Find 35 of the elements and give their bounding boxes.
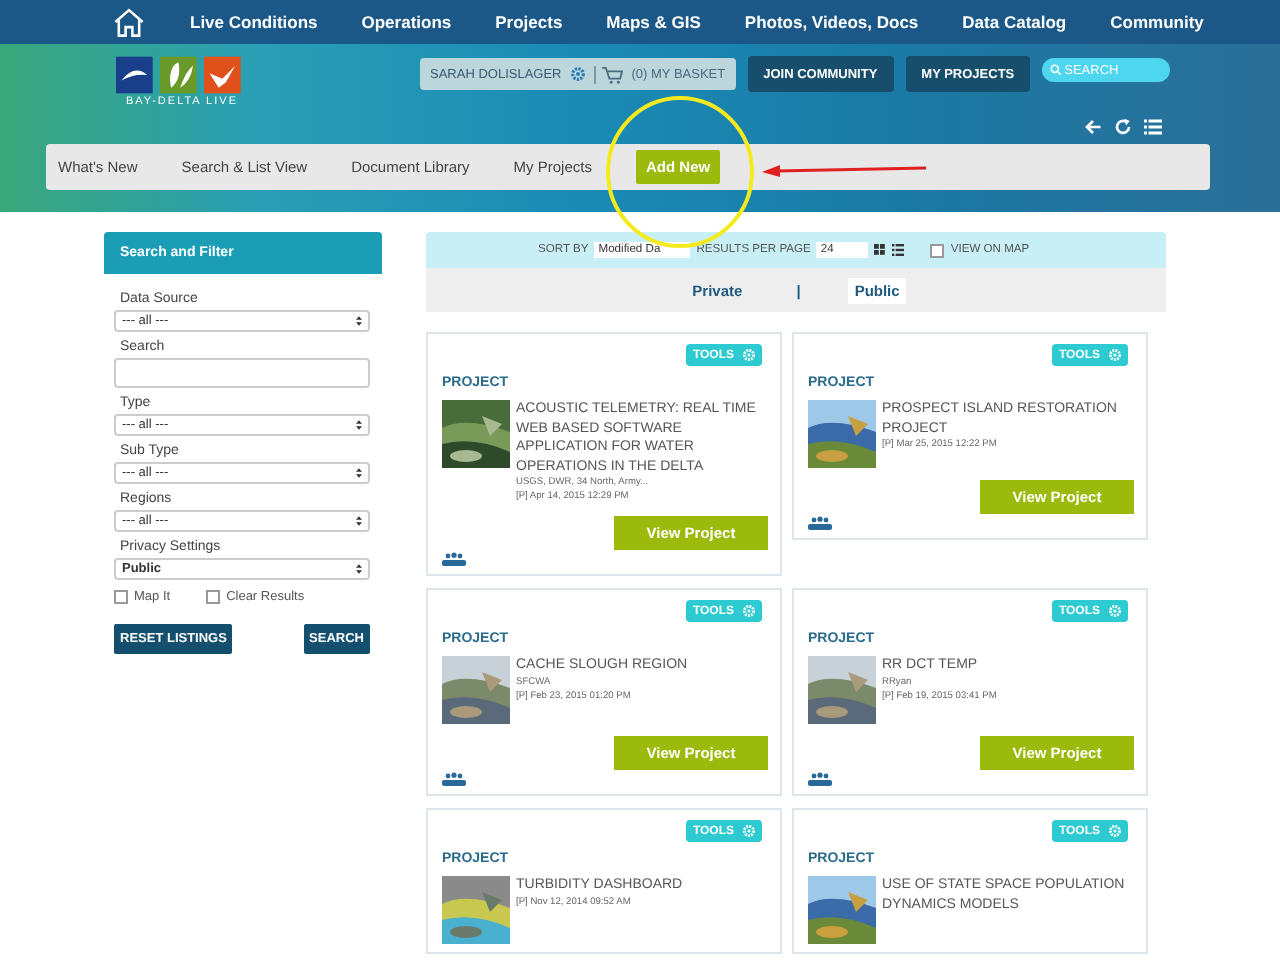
cart-icon[interactable]: [593, 65, 624, 83]
people-icon[interactable]: [442, 772, 466, 786]
nav-link[interactable]: Projects: [495, 12, 563, 32]
nav-link[interactable]: Photos, Videos, Docs: [744, 12, 919, 32]
settings-icon: [742, 824, 756, 838]
settings-icon[interactable]: [569, 66, 586, 82]
select-arrows-icon: [356, 420, 362, 430]
nav-link[interactable]: Data Catalog: [962, 12, 1067, 32]
people-icon[interactable]: [808, 772, 832, 786]
settings-icon: [742, 604, 756, 618]
select-arrows-icon: [356, 468, 362, 478]
select-arrows-icon: [356, 516, 362, 526]
checkbox[interactable]: [206, 590, 221, 604]
checkbox[interactable]: [114, 590, 128, 604]
nav-link[interactable]: Operations: [361, 12, 452, 32]
people-icon[interactable]: [442, 552, 466, 566]
select-arrows-icon: [356, 564, 362, 574]
settings-icon: [1108, 604, 1122, 618]
settings-icon: [1108, 348, 1122, 362]
checkbox[interactable]: [930, 243, 945, 257]
list-icon[interactable]: [1144, 118, 1162, 136]
list-view-icon[interactable]: [892, 244, 905, 256]
home-icon[interactable]: [112, 6, 146, 38]
refresh-icon[interactable]: [1114, 118, 1132, 136]
nav-link[interactable]: Maps & GIS: [606, 12, 701, 32]
search-input[interactable]: [114, 358, 370, 388]
settings-icon: [742, 348, 756, 362]
settings-icon: [1108, 824, 1122, 838]
grid-view-icon[interactable]: [874, 244, 887, 256]
select-arrows-icon: [356, 316, 362, 326]
search-icon: [1050, 64, 1063, 76]
people-icon[interactable]: [808, 516, 832, 530]
back-arrow-icon[interactable]: [1084, 118, 1102, 136]
nav-link[interactable]: Live Conditions: [190, 12, 318, 32]
nav-link[interactable]: Community: [1110, 12, 1204, 32]
